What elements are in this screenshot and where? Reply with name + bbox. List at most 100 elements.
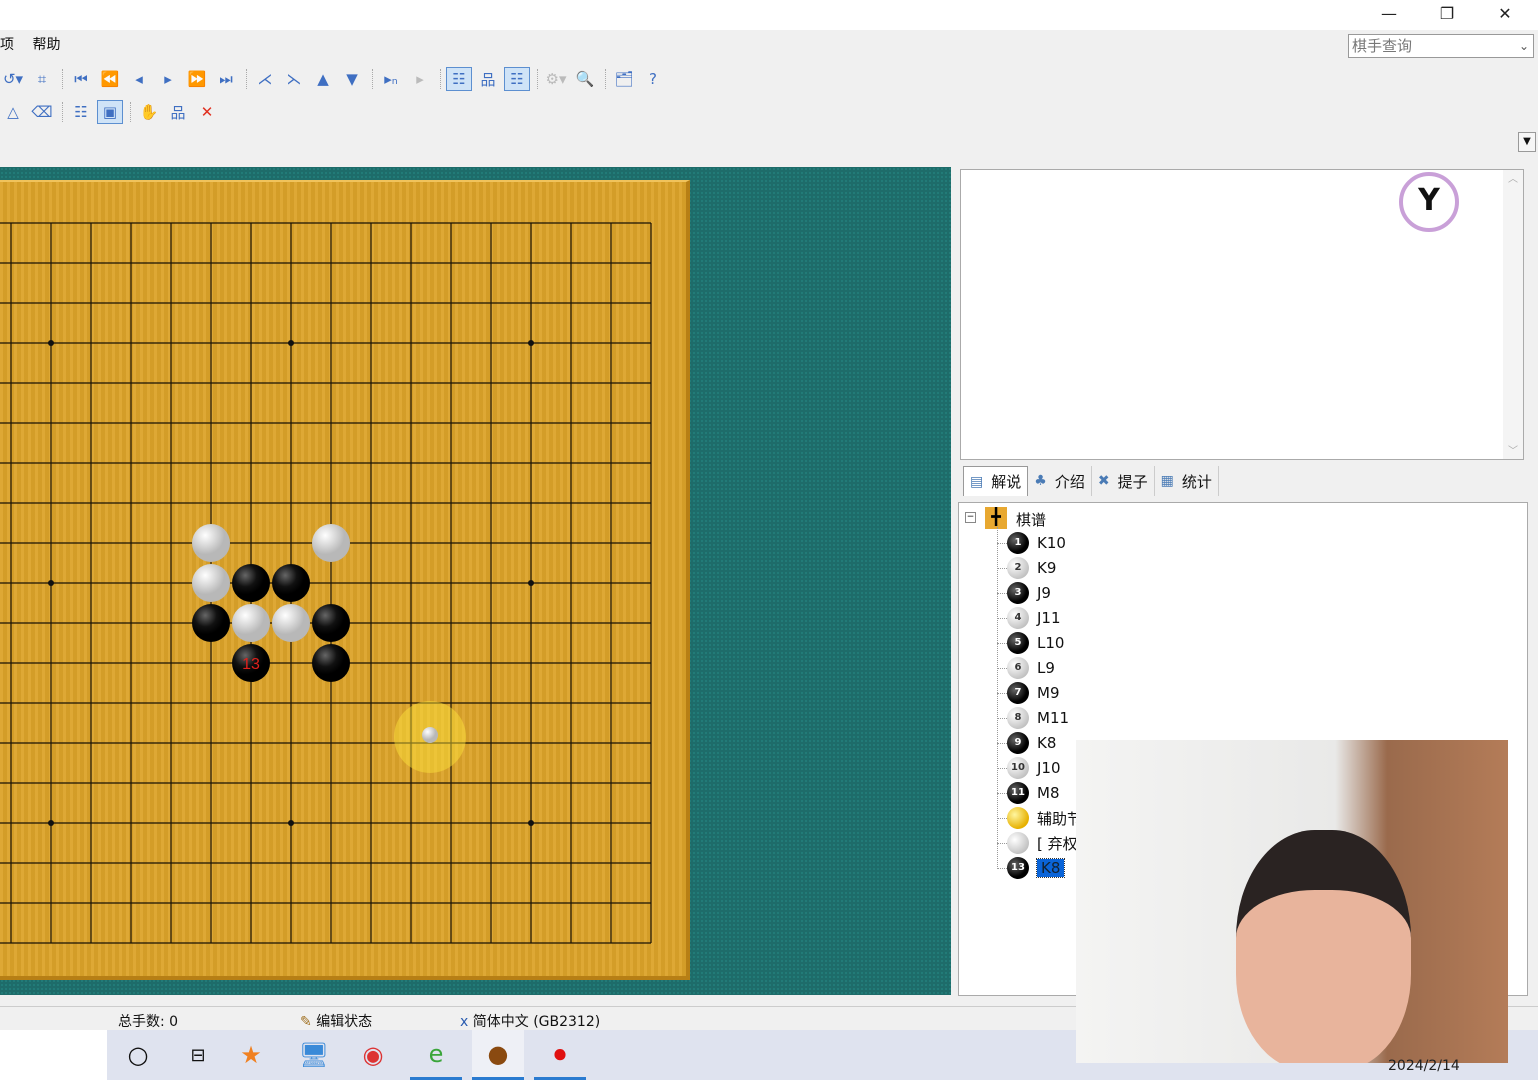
board-size-button[interactable]: ⌗	[29, 67, 55, 91]
star-point	[528, 340, 534, 346]
goto-move-icon: ▸ₙ	[384, 70, 398, 88]
menu-help[interactable]: 帮助	[32, 37, 60, 53]
white-stone-icon: 8	[1007, 707, 1029, 729]
star-point	[48, 340, 54, 346]
tree-node[interactable]: 1 K10	[997, 531, 1066, 555]
tree-jump-button[interactable]: ☷	[504, 67, 530, 91]
tab-players[interactable]: ♣ 介绍	[1028, 466, 1092, 496]
properties-button[interactable]: 🗂	[611, 67, 637, 91]
delete-button[interactable]: ✕	[194, 100, 220, 124]
help-button[interactable]: ?	[640, 67, 666, 91]
tree-node[interactable]: [ 弃权	[997, 831, 1078, 855]
tree-node[interactable]: 9 K8	[997, 731, 1056, 755]
help-icon: ?	[649, 70, 657, 88]
next-variation-button[interactable]: ⋋	[281, 67, 307, 91]
prev-variation-button[interactable]: ⋌	[252, 67, 278, 91]
triangle-icon: △	[7, 103, 19, 121]
back-button[interactable]: ◂	[126, 67, 152, 91]
cortana-icon[interactable]: ○	[112, 1030, 164, 1080]
tab-label: 介绍	[1054, 472, 1085, 491]
tree-branch-icon: 品	[480, 70, 496, 89]
star-point	[528, 820, 534, 826]
black-stone-icon: 9	[1007, 732, 1029, 754]
tree-node[interactable]: 10 J10	[997, 756, 1061, 780]
new-node-button[interactable]: ☷	[68, 100, 94, 124]
tree-node[interactable]: 辅助节	[997, 806, 1082, 830]
board-background: 13	[0, 167, 951, 995]
tree-connector	[997, 693, 1007, 694]
task-view-icon[interactable]: ⊟	[172, 1030, 224, 1080]
undo-button[interactable]: ↺▾	[0, 67, 26, 91]
undo-icon: ↺▾	[2, 70, 24, 88]
player-search-value: 棋手查询	[1352, 37, 1413, 55]
first-move-button[interactable]: ⏮	[68, 67, 94, 91]
tree-connector	[997, 643, 1007, 644]
tree-node[interactable]: 13 K8	[997, 856, 1066, 880]
player-search-select[interactable]: 棋手查询 ⌄	[1348, 34, 1534, 58]
tree-node[interactable]: 8 M11	[997, 706, 1069, 730]
tree-node[interactable]: 4 J11	[997, 606, 1061, 630]
tree-node[interactable]: 5 L10	[997, 631, 1064, 655]
analysis-button[interactable]: ⚙▾	[543, 67, 569, 91]
webcam-person	[1236, 830, 1411, 1063]
tree-node[interactable]: 7 M9	[997, 681, 1060, 705]
last-move-label: 13	[242, 656, 260, 673]
forward-button[interactable]: ▸	[155, 67, 181, 91]
triangle-button[interactable]: △	[0, 100, 26, 124]
tree-structure-button[interactable]: 品	[165, 100, 191, 124]
toolbar-overflow-button[interactable]: ▼	[1518, 132, 1536, 152]
chrome-icon[interactable]: ◉	[347, 1030, 399, 1080]
down-button[interactable]: ▼	[339, 67, 365, 91]
move-label: M9	[1037, 684, 1060, 702]
menu-bar: 项 帮助	[0, 34, 74, 58]
up-button[interactable]: ▲	[310, 67, 336, 91]
goto-comment-button[interactable]: ▸	[407, 67, 433, 91]
tab-stats[interactable]: ▦ 统计	[1155, 466, 1219, 496]
tree-node[interactable]: 2 K9	[997, 556, 1056, 580]
tree-jump-icon: ☷	[510, 70, 524, 88]
recorder-icon[interactable]: ⏺	[534, 1030, 586, 1080]
first-move-icon: ⏮	[74, 70, 88, 88]
tree-root-label[interactable]: 棋谱	[1016, 509, 1046, 530]
tree-connector	[997, 868, 1007, 869]
up-icon: ▲	[317, 70, 329, 88]
tab-comment[interactable]: ▤ 解说	[963, 466, 1029, 496]
collapse-toggle[interactable]: −	[965, 512, 976, 523]
close-button[interactable]: ✕	[1482, 0, 1528, 30]
taskbar-search[interactable]	[0, 1030, 107, 1080]
comment-scrollbar[interactable]: ︿ ﹀	[1503, 170, 1523, 459]
menu-options[interactable]: 项	[0, 37, 14, 53]
fast-back-button[interactable]: ⏪	[97, 67, 123, 91]
tab-label: 提子	[1117, 472, 1148, 491]
search-button[interactable]: 🔍	[572, 67, 598, 91]
eraser-button[interactable]: ⌫	[29, 100, 55, 124]
favorites-app-icon[interactable]: ★	[225, 1030, 277, 1080]
edit-node-button[interactable]: ▣	[97, 100, 123, 124]
chevron-down-icon: ⌄	[1518, 39, 1529, 53]
last-move-button[interactable]: ⏭	[213, 67, 239, 91]
board-grid[interactable]: 13	[0, 182, 690, 982]
goto-move-button[interactable]: ▸ₙ	[378, 67, 404, 91]
comment-panel[interactable]: Y ︿ ﹀	[960, 169, 1524, 460]
tab-captures[interactable]: ✖ 提子	[1092, 466, 1155, 496]
restore-button[interactable]: ❐	[1424, 0, 1470, 30]
go-app-icon[interactable]: ●	[472, 1030, 524, 1080]
tab-label: 解说	[991, 473, 1022, 491]
tree-view-button[interactable]: ☷	[446, 67, 472, 91]
forward-icon: ▸	[164, 70, 172, 88]
fast-forward-button[interactable]: ⏩	[184, 67, 210, 91]
tree-structure-icon: 品	[170, 103, 186, 122]
down-icon: ▼	[346, 70, 358, 88]
hand-button[interactable]: ✋	[136, 100, 162, 124]
move-label: K10	[1037, 534, 1066, 552]
go-board[interactable]: 13	[0, 180, 690, 980]
marker-stone-icon	[1007, 807, 1029, 829]
tree-branch-button[interactable]: 品	[475, 67, 501, 91]
ie-browser-icon[interactable]: e	[410, 1030, 462, 1080]
tree-node[interactable]: 11 M8	[997, 781, 1060, 805]
tree-node[interactable]: 3 J9	[997, 581, 1051, 605]
tree-node[interactable]: 6 L9	[997, 656, 1055, 680]
fast-back-icon: ⏪	[100, 70, 120, 88]
minimize-button[interactable]: —	[1366, 0, 1412, 30]
computer-icon[interactable]: 🖥	[288, 1030, 340, 1080]
